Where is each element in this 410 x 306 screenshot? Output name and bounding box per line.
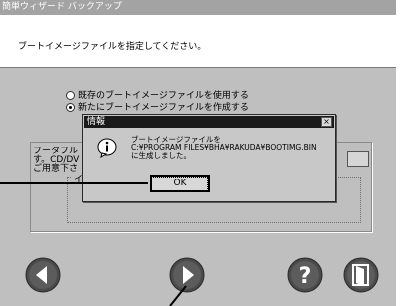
radio-create-new[interactable]: 新たにブートイメージファイルを作成する xyxy=(66,100,249,113)
dialog-message-line-3: に生成しました。 xyxy=(131,151,191,160)
next-arrow-icon[interactable] xyxy=(168,256,206,294)
info-icon xyxy=(97,138,117,158)
wizard-window: 簡単ウィザード バックアップ ブートイメージファイルを指定してください。 既存の… xyxy=(0,0,396,306)
dialog-titlebar: 情報 × xyxy=(84,116,334,128)
bootable-description: ブータブル す。CD/DV ご用意下さ xyxy=(33,147,83,174)
info-dialog: 情報 × ブートイメージファイルを C:¥PROGRAM FILES¥BHA¥R… xyxy=(82,114,336,202)
help-icon[interactable]: ? xyxy=(286,256,324,294)
background-button[interactable] xyxy=(347,151,369,167)
close-button[interactable]: × xyxy=(321,117,332,127)
radio-use-existing[interactable]: 既存のブートイメージファイルを使用する xyxy=(66,88,249,101)
radio-label-create-new: 新たにブートイメージファイルを作成する xyxy=(78,103,249,113)
instruction-text: ブートイメージファイルを指定してください。 xyxy=(18,42,207,52)
instruction-panel: ブートイメージファイルを指定してください。 xyxy=(0,15,396,68)
radio-button-selected[interactable] xyxy=(66,103,75,112)
radio-button[interactable] xyxy=(66,91,75,100)
wizard-title: 簡単ウィザード バックアップ xyxy=(0,0,396,15)
dialog-message: ブートイメージファイルを C:¥PROGRAM FILES¥BHA¥RAKUDA… xyxy=(131,136,317,160)
ok-button[interactable]: OK xyxy=(150,175,210,192)
dialog-title: 情報 xyxy=(87,117,106,127)
svg-text:?: ? xyxy=(299,264,312,289)
back-arrow-icon[interactable] xyxy=(24,256,62,294)
ok-label: OK xyxy=(152,177,208,189)
exit-icon[interactable] xyxy=(342,256,380,294)
